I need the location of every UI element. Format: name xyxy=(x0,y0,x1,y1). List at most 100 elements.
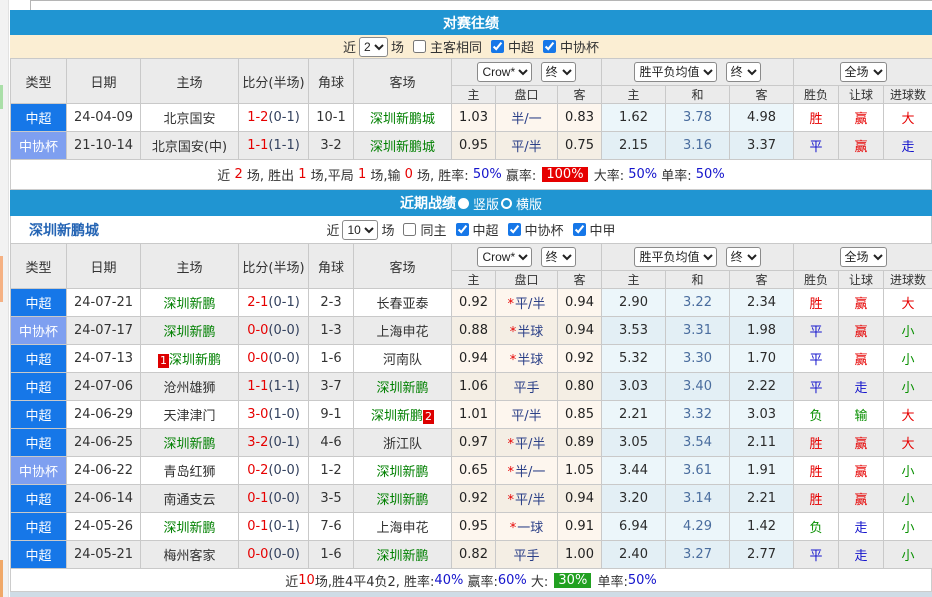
team-name-link[interactable]: 北京国安(中) xyxy=(152,140,227,155)
league-super-checkbox[interactable] xyxy=(491,40,504,53)
mean-away-cell: 1.70 xyxy=(730,345,794,373)
result-cell: 胜 xyxy=(794,289,839,317)
score-cell: 3-2(0-1) xyxy=(239,429,309,457)
same-side-checkbox[interactable] xyxy=(413,40,426,53)
star-mark: * xyxy=(510,353,517,368)
team-name-link[interactable]: 长春亚泰 xyxy=(376,297,428,312)
team-name-link[interactable]: 河南队 xyxy=(383,353,422,368)
recent-results-summary: 近10场,胜4平4负2, 胜率:40% 赢率:60% 大: 30% 单率:50% xyxy=(10,569,932,592)
summary-segment: 50% xyxy=(628,573,657,588)
mean-draw-cell: 3.78 xyxy=(666,104,730,132)
mean-final-select[interactable]: 终 xyxy=(726,247,761,267)
mean-away-cell: 4.98 xyxy=(730,104,794,132)
goals-result-cell: 小 xyxy=(884,373,932,401)
same-side-label: 主客相同 xyxy=(430,37,482,56)
league-one-checkbox[interactable] xyxy=(573,223,586,236)
team-name-link[interactable]: 深圳新鹏 xyxy=(376,493,428,508)
odds-final-select[interactable]: 终 xyxy=(541,247,576,267)
result-cell: 平 xyxy=(794,345,839,373)
handicap-value: 半/一 xyxy=(511,112,541,127)
handicap-result-cell: 输 xyxy=(839,401,884,429)
team-name-link[interactable]: 天津津门 xyxy=(163,409,215,424)
same-home-checkbox[interactable] xyxy=(403,223,416,236)
team-name-link[interactable]: 深圳新鹏 xyxy=(163,325,215,340)
score-cell: 1-1(1-1) xyxy=(239,373,309,401)
goals-result-cell: 大 xyxy=(884,289,932,317)
corner-cell: 10-1 xyxy=(309,104,354,132)
result-cell: 负 xyxy=(794,401,839,429)
match-row: 中超24-06-25深圳新鹏3-2(0-1)4-6浙江队0.97*平/半0.89… xyxy=(11,429,932,457)
col-give: 让球 xyxy=(839,271,884,289)
games-count-select[interactable]: 10 xyxy=(342,220,378,240)
team-name-link[interactable]: 深圳新鹏 xyxy=(376,465,428,480)
col-mean-home: 主 xyxy=(602,86,666,104)
result-cell: 负 xyxy=(794,513,839,541)
team-name-link[interactable]: 上海申花 xyxy=(376,521,428,536)
mean-source-select[interactable]: 胜平负均值 xyxy=(634,62,717,82)
odds-company-select[interactable]: Crow* xyxy=(477,62,532,82)
team-name-link[interactable]: 南通支云 xyxy=(163,493,215,508)
team-name-link[interactable]: 深圳新鹏 xyxy=(163,521,215,536)
games-count-select[interactable]: 2 xyxy=(359,37,388,57)
team-name-link[interactable]: 上海申花 xyxy=(376,325,428,340)
handicap-value: 平/半 xyxy=(515,297,545,312)
horizontal-view-radio[interactable] xyxy=(501,198,512,209)
odds-final-select[interactable]: 终 xyxy=(541,62,576,82)
home-team-cell: 青岛红狮 xyxy=(141,457,239,485)
odds-home-cell: 0.82 xyxy=(452,541,496,569)
team-name-link[interactable]: 梅州客家 xyxy=(163,549,215,564)
team-name-link[interactable]: 青岛红狮 xyxy=(163,465,215,480)
scope-header: 全场 xyxy=(794,59,932,86)
team-name-link[interactable]: 深圳新鹏 xyxy=(376,549,428,564)
col-mean-home: 主 xyxy=(602,271,666,289)
mean-draw-cell: 3.40 xyxy=(666,373,730,401)
mean-final-select[interactable]: 终 xyxy=(726,62,761,82)
half-time-score: (0-0) xyxy=(268,463,299,478)
league-super-checkbox[interactable] xyxy=(456,223,469,236)
summary-segment: 100% xyxy=(542,167,587,182)
mean-source-select[interactable]: 胜平负均值 xyxy=(634,247,717,267)
half-time-score: (0-1) xyxy=(268,110,299,125)
team-name-link[interactable]: 浙江队 xyxy=(383,437,422,452)
summary-segment: 大: xyxy=(527,571,553,590)
mean-draw-cell: 3.32 xyxy=(666,401,730,429)
team-name-link[interactable]: 北京国安 xyxy=(163,112,215,127)
league-cup-checkbox[interactable] xyxy=(543,40,556,53)
scope-select[interactable]: 全场 xyxy=(840,62,887,82)
odds-source-header: Crow* 终 xyxy=(452,59,602,86)
handicap-cell: *半/一 xyxy=(496,457,558,485)
match-stats-page: 对赛往绩 近 2 场 主客相同 中超 中协杯 xyxy=(0,0,932,597)
league-cup-checkbox[interactable] xyxy=(508,223,521,236)
corner-cell: 1-6 xyxy=(309,345,354,373)
col-type: 类型 xyxy=(11,244,67,289)
half-time-score: (0-0) xyxy=(268,323,299,338)
score-cell: 0-0(0-0) xyxy=(239,541,309,569)
odds-company-select[interactable]: Crow* xyxy=(477,247,532,267)
team-name-link[interactable]: 沧州雄狮 xyxy=(163,381,215,396)
vertical-view-label: 竖版 xyxy=(473,194,499,213)
corner-cell: 4-6 xyxy=(309,429,354,457)
team-name-link[interactable]: 深圳新鹏 xyxy=(376,381,428,396)
half-time-score: (0-1) xyxy=(268,435,299,450)
team-name-link[interactable]: 深圳新鹏 xyxy=(163,437,215,452)
match-row: 中超24-07-131深圳新鹏0-0(0-0)1-6河南队0.94*半球0.92… xyxy=(11,345,932,373)
summary-segment: 赢率: xyxy=(502,165,541,184)
team-name-link[interactable]: 深圳新鹏城 xyxy=(370,140,435,155)
half-time-score: (0-0) xyxy=(268,547,299,562)
mean-home-cell: 3.44 xyxy=(602,457,666,485)
vertical-view-radio[interactable] xyxy=(458,198,469,209)
mean-draw-cell: 3.30 xyxy=(666,345,730,373)
league-type-cell: 中超 xyxy=(11,541,67,569)
summary-segment: 10 xyxy=(298,573,315,588)
team-name-link[interactable]: 深圳新鹏 xyxy=(169,353,221,368)
home-team-cell: 深圳新鹏 xyxy=(141,289,239,317)
team-name-link[interactable]: 深圳新鹏 xyxy=(371,409,423,424)
team-name-link[interactable]: 深圳新鹏城 xyxy=(370,112,435,127)
league-type-cell: 中超 xyxy=(11,345,67,373)
scope-select[interactable]: 全场 xyxy=(840,247,887,267)
result-cell: 平 xyxy=(794,132,839,160)
league-type-cell: 中超 xyxy=(11,104,67,132)
team-name-link[interactable]: 深圳新鹏 xyxy=(163,297,215,312)
summary-segment: 50% xyxy=(473,167,502,182)
star-mark: * xyxy=(508,493,515,508)
